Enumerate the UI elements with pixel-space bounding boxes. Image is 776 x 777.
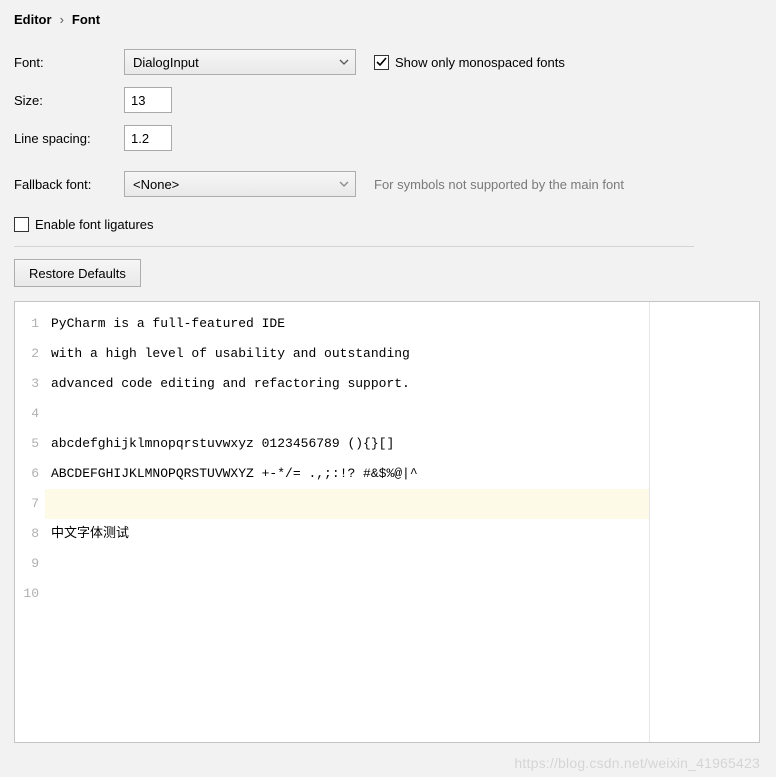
fallback-font-label: Fallback font:	[14, 177, 124, 192]
code-line	[45, 579, 649, 609]
code-line	[45, 549, 649, 579]
code-line: 中文字体测试	[45, 519, 649, 549]
chevron-down-icon	[339, 59, 349, 65]
enable-ligatures-checkbox[interactable]: Enable font ligatures	[14, 217, 154, 232]
line-spacing-label: Line spacing:	[14, 131, 124, 146]
breadcrumb-separator: ›	[60, 12, 64, 27]
watermark-text: https://blog.csdn.net/weixin_41965423	[514, 755, 760, 771]
line-number: 6	[15, 459, 45, 489]
divider	[14, 246, 694, 247]
chevron-down-icon	[339, 181, 349, 187]
line-number: 8	[15, 519, 45, 549]
code-line	[45, 399, 649, 429]
font-preview-editor[interactable]: 12345678910 PyCharm is a full-featured I…	[14, 301, 760, 743]
show-monospaced-label: Show only monospaced fonts	[395, 55, 565, 70]
line-number: 5	[15, 429, 45, 459]
line-number: 9	[15, 549, 45, 579]
checkbox-icon	[14, 217, 29, 232]
code-line: PyCharm is a full-featured IDE	[45, 309, 649, 339]
checkbox-icon	[374, 55, 389, 70]
line-number: 10	[15, 579, 45, 609]
font-select[interactable]: DialogInput	[124, 49, 356, 75]
code-line	[45, 489, 649, 519]
enable-ligatures-label: Enable font ligatures	[35, 217, 154, 232]
code-line: with a high level of usability and outst…	[45, 339, 649, 369]
size-label: Size:	[14, 93, 124, 108]
editor-content: PyCharm is a full-featured IDEwith a hig…	[45, 302, 649, 742]
line-number: 2	[15, 339, 45, 369]
line-number: 3	[15, 369, 45, 399]
fallback-hint: For symbols not supported by the main fo…	[374, 177, 624, 192]
code-line: ABCDEFGHIJKLMNOPQRSTUVWXYZ +-*/= .,;:!? …	[45, 459, 649, 489]
size-input[interactable]	[124, 87, 172, 113]
show-monospaced-checkbox[interactable]: Show only monospaced fonts	[374, 55, 565, 70]
restore-defaults-button[interactable]: Restore Defaults	[14, 259, 141, 287]
code-line: abcdefghijklmnopqrstuvwxyz 0123456789 ()…	[45, 429, 649, 459]
font-select-value: DialogInput	[133, 55, 199, 70]
breadcrumb-current: Font	[72, 12, 100, 27]
font-label: Font:	[14, 55, 124, 70]
fallback-font-value: <None>	[133, 177, 179, 192]
line-number: 7	[15, 489, 45, 519]
line-spacing-input[interactable]	[124, 125, 172, 151]
editor-gutter: 12345678910	[15, 302, 45, 742]
line-number: 4	[15, 399, 45, 429]
line-number: 1	[15, 309, 45, 339]
breadcrumb: Editor › Font	[14, 12, 762, 27]
code-line: advanced code editing and refactoring su…	[45, 369, 649, 399]
fallback-font-select[interactable]: <None>	[124, 171, 356, 197]
breadcrumb-parent[interactable]: Editor	[14, 12, 52, 27]
editor-right-margin	[649, 302, 759, 742]
